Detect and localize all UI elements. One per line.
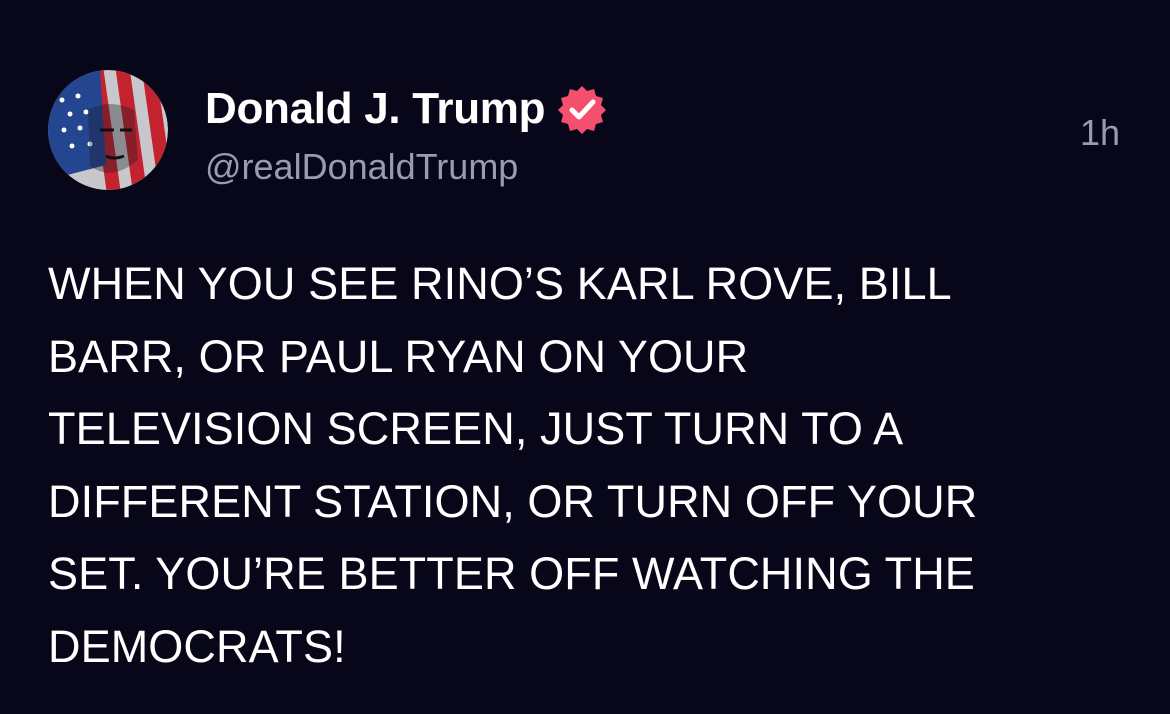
verified-badge-icon	[557, 84, 607, 134]
author-handle[interactable]: @realDonaldTrump	[205, 146, 518, 188]
post-card: Donald J. Trump @realDonaldTrump 1h WHEN…	[0, 0, 1170, 714]
post-timestamp[interactable]: 1h	[1080, 112, 1120, 154]
post-body: WHEN YOU SEE RINO’S KARL ROVE, BILL BARR…	[48, 248, 1123, 683]
post-body-line: DIFFERENT STATION, OR TURN OFF YOUR	[48, 475, 978, 527]
post-body-line: WHEN YOU SEE RINO’S KARL ROVE, BILL	[48, 258, 952, 309]
post-body-line: TELEVISION SCREEN, JUST TURN TO A	[48, 403, 904, 454]
post-body-line: BARR, OR PAUL RYAN ON YOUR	[48, 330, 749, 382]
post-body-line: SET. YOU’RE BETTER OFF WATCHING THE	[48, 548, 975, 599]
author-display-name[interactable]: Donald J. Trump	[205, 84, 546, 134]
profile-avatar[interactable]	[48, 70, 168, 190]
avatar-image	[48, 70, 168, 190]
author-name-row: Donald J. Trump	[205, 82, 607, 136]
post-body-line: DEMOCRATS!	[48, 620, 346, 672]
